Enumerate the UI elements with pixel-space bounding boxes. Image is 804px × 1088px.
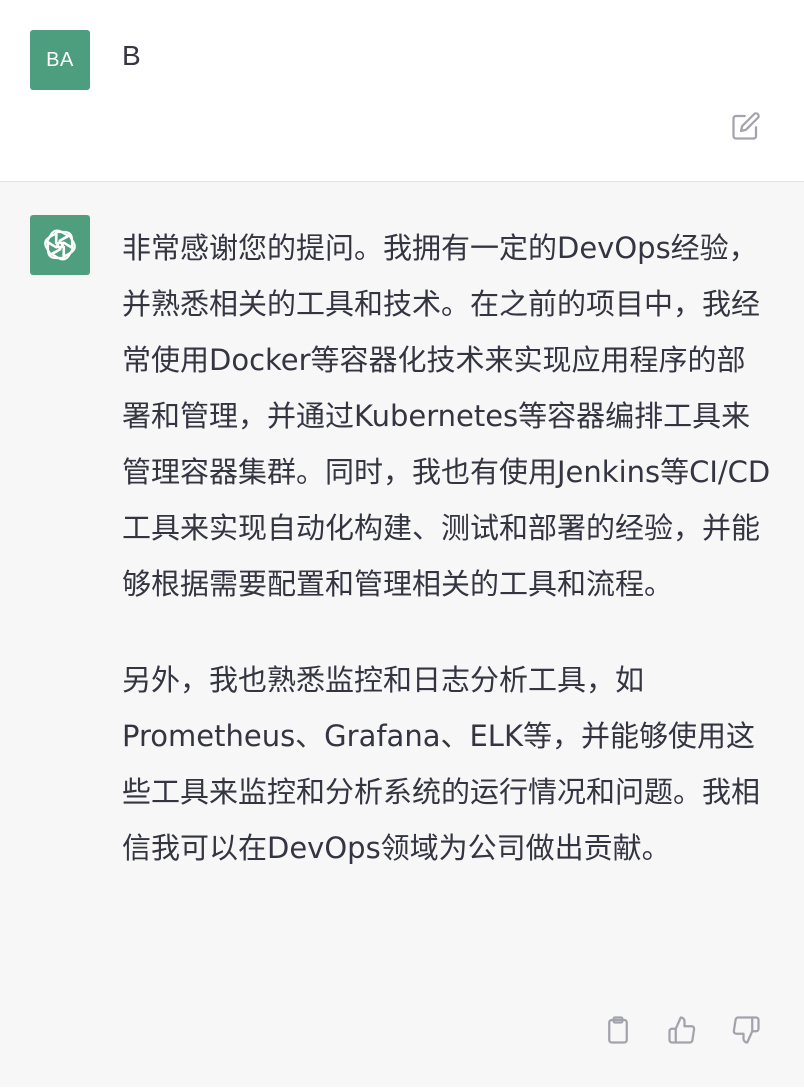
user-message-block: BA B xyxy=(0,0,804,182)
thumbs-up-button[interactable] xyxy=(664,1012,700,1048)
reply-paragraph-2: 另外，我也熟悉监控和日志分析工具，如Prometheus、Grafana、ELK… xyxy=(122,663,761,865)
openai-logo-icon xyxy=(40,225,80,265)
user-avatar-initials: BA xyxy=(46,48,74,71)
copy-button[interactable] xyxy=(600,1012,636,1048)
assistant-reply-text: 非常感谢您的提问。我拥有一定的DevOps经验，并熟悉相关的工具和技术。在之前的… xyxy=(122,220,772,876)
edit-message-button[interactable] xyxy=(728,108,764,144)
edit-icon xyxy=(731,111,761,141)
message-actions xyxy=(600,1012,770,1052)
thumbs-down-icon xyxy=(731,1015,761,1045)
reply-paragraph-1: 非常感谢您的提问。我拥有一定的DevOps经验，并熟悉相关的工具和技术。在之前的… xyxy=(122,231,771,601)
assistant-avatar xyxy=(30,215,90,275)
thumbs-up-icon xyxy=(667,1015,697,1045)
thumbs-down-button[interactable] xyxy=(728,1012,764,1048)
clipboard-icon xyxy=(603,1015,633,1045)
assistant-message-block: 非常感谢您的提问。我拥有一定的DevOps经验，并熟悉相关的工具和技术。在之前的… xyxy=(0,182,804,1087)
user-avatar: BA xyxy=(30,30,90,90)
user-message-text: B xyxy=(122,40,141,71)
